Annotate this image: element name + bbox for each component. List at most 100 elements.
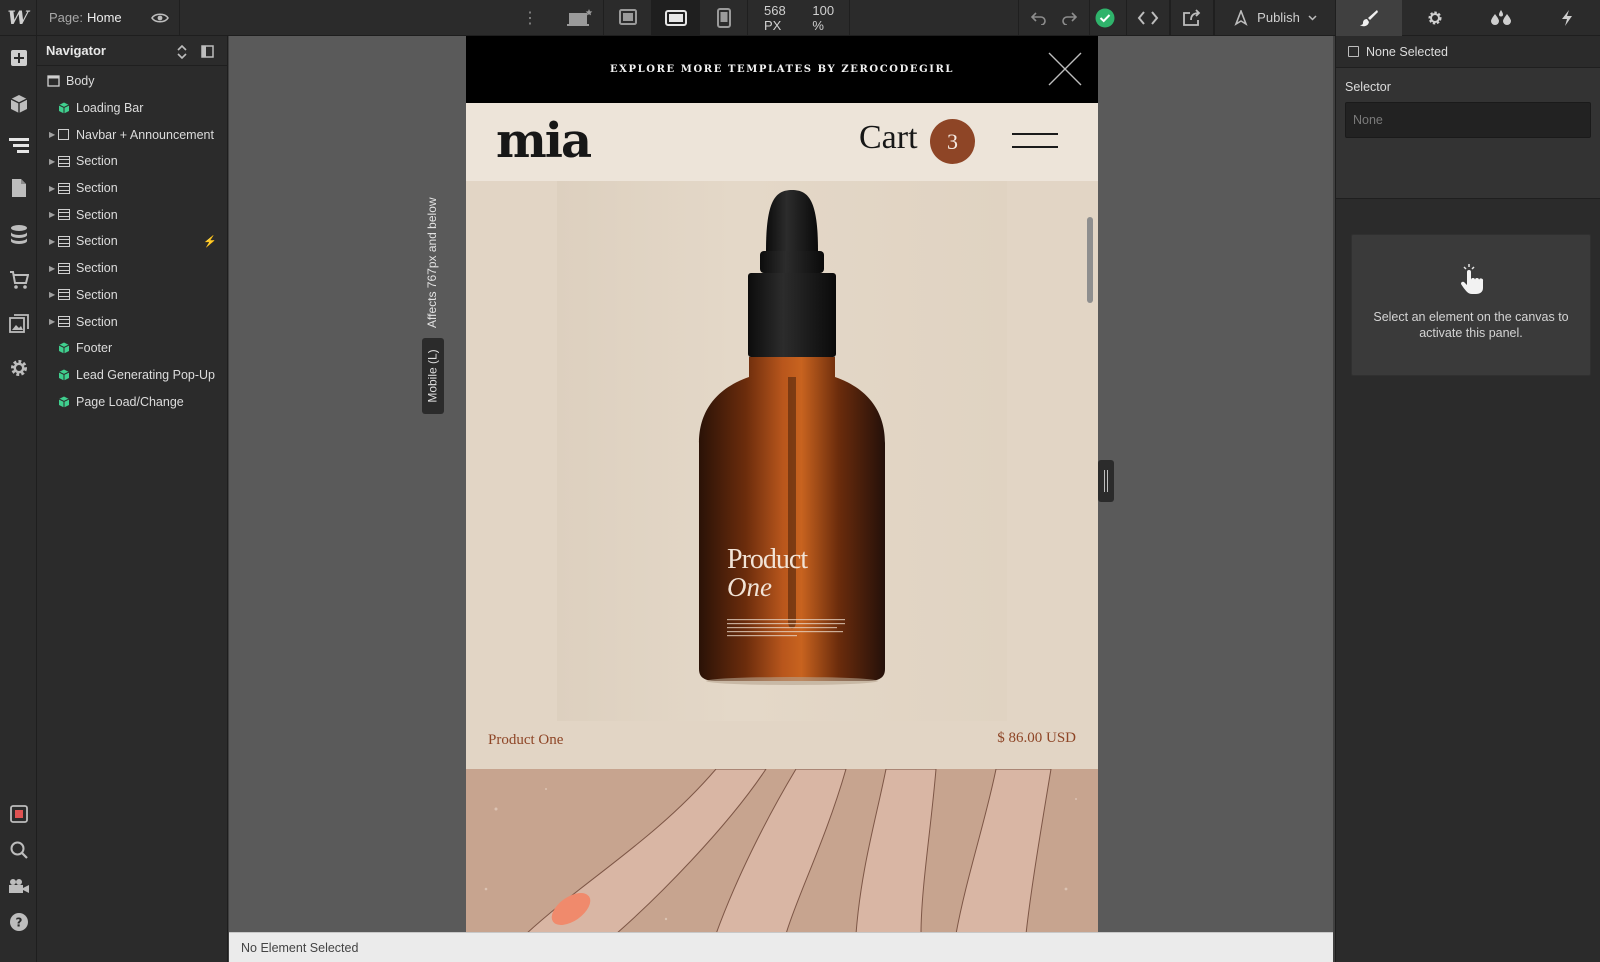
pointer-hand-icon <box>1460 264 1484 294</box>
svg-text:?: ? <box>15 916 22 930</box>
symbols-icon[interactable] <box>0 86 37 122</box>
undo-redo-group <box>1018 0 1090 35</box>
navigator-item-label: Section <box>76 181 118 196</box>
publish-label: Publish <box>1257 10 1300 25</box>
drops-icon <box>1491 10 1511 25</box>
canvas-resize-handle[interactable] <box>1098 460 1114 502</box>
announcement-bar[interactable]: EXPLORE MORE TEMPLATES BY ZEROCODEGIRL <box>466 36 1098 103</box>
navigator-item-page-load-change[interactable]: Page Load/Change <box>37 388 227 415</box>
navigator-item-body[interactable]: Body <box>37 68 227 95</box>
empty-state-card: Select an element on the canvas to activ… <box>1351 234 1591 376</box>
settings-gear-icon[interactable] <box>0 350 37 386</box>
redo-icon[interactable] <box>1061 11 1077 25</box>
tab-style-manager[interactable] <box>1468 0 1534 36</box>
selector-input[interactable]: None <box>1345 102 1591 138</box>
navigator-item-section[interactable]: ▶ Section ⚡ <box>37 228 227 255</box>
site-status-check-icon[interactable] <box>1090 0 1120 35</box>
publish-button[interactable]: Publish <box>1214 0 1336 35</box>
close-icon[interactable] <box>1046 50 1084 88</box>
navigator-item-loading-bar[interactable]: Loading Bar <box>37 95 227 122</box>
announcement-text: EXPLORE MORE TEMPLATES BY ZEROCODEGIRL <box>609 64 955 75</box>
body-icon <box>47 75 60 87</box>
caret-right-icon[interactable]: ▶ <box>49 157 57 166</box>
div-block-icon <box>57 129 70 141</box>
video-tutorials-icon[interactable] <box>0 868 37 904</box>
caret-right-icon[interactable]: ▶ <box>49 210 57 219</box>
undo-icon[interactable] <box>1031 11 1047 25</box>
navigator-item-lead-generating-pop-up[interactable]: Lead Generating Pop-Up <box>37 362 227 389</box>
navigator-item-section[interactable]: ▶ Section <box>37 175 227 202</box>
designer-canvas[interactable]: Affects 767px and below Mobile (L) EXPLO… <box>229 36 1333 934</box>
navigator-header: Navigator <box>37 36 227 66</box>
navigator-icon[interactable] <box>0 128 37 164</box>
breakpoint-tablet-landscape-icon[interactable] <box>652 0 700 35</box>
more-breakpoints-icon[interactable]: ⋮ <box>510 0 550 35</box>
symbol-icon <box>57 369 70 381</box>
product-card[interactable]: Product One Product One $ 86.00 USD <box>466 181 1098 769</box>
add-elements-icon[interactable] <box>0 40 37 76</box>
status-text: No Element Selected <box>241 940 359 955</box>
navigator-item-section[interactable]: ▶ Section <box>37 282 227 309</box>
interaction-lightning-icon: ⚡ <box>203 235 217 248</box>
navigator-item-section[interactable]: ▶ Section <box>37 308 227 335</box>
navigator-item-navbar-announcement[interactable]: ▶ Navbar + Announcement <box>37 121 227 148</box>
symbol-icon <box>57 396 70 408</box>
help-icon[interactable]: ? <box>0 904 37 940</box>
navigator-item-label: Navbar + Announcement <box>76 127 214 142</box>
caret-right-icon[interactable]: ▶ <box>49 290 57 299</box>
navigator-item-label: Section <box>76 154 118 169</box>
audit-icon[interactable] <box>0 796 37 832</box>
navigator-item-section[interactable]: ▶ Section <box>37 201 227 228</box>
preview-scrollbar[interactable] <box>1087 217 1093 303</box>
tab-interactions[interactable] <box>1534 0 1600 36</box>
navigator-item-label: Section <box>76 314 118 329</box>
tab-settings[interactable] <box>1402 0 1468 36</box>
cart-label[interactable]: Cart <box>859 119 918 157</box>
caret-right-icon[interactable]: ▶ <box>49 130 57 139</box>
share-icon[interactable] <box>1170 0 1214 35</box>
serum-bottle-image: Product One <box>699 190 885 685</box>
chevron-down-icon <box>1308 14 1317 21</box>
search-icon[interactable] <box>0 832 37 868</box>
caret-right-icon[interactable]: ▶ <box>49 237 57 246</box>
caret-right-icon[interactable]: ▶ <box>49 317 57 326</box>
breakpoint-desktop-large-icon[interactable] <box>556 0 604 35</box>
selection-checkbox[interactable] <box>1348 46 1359 57</box>
site-preview-frame[interactable]: EXPLORE MORE TEMPLATES BY ZEROCODEGIRL m… <box>466 36 1098 934</box>
navigator-item-label: Section <box>76 261 118 276</box>
breakpoint-desktop-icon[interactable] <box>604 0 652 35</box>
site-navbar: mia Cart 3 <box>466 103 1098 181</box>
product-name[interactable]: Product One <box>488 732 563 749</box>
top-toolbar: W Page: Home ⋮ 568 PX 100 % Publish <box>0 0 1600 36</box>
pages-icon[interactable] <box>0 170 37 206</box>
selector-placeholder: None <box>1353 113 1383 127</box>
navigator-item-label: Loading Bar <box>76 101 144 116</box>
preview-eye-icon[interactable] <box>140 0 180 35</box>
canvas-zoom: 100 % <box>812 2 835 33</box>
dock-panel-icon[interactable] <box>201 45 214 58</box>
webflow-logo[interactable]: W <box>0 0 37 35</box>
ecommerce-cart-icon[interactable] <box>0 262 37 298</box>
hamburger-menu-icon[interactable] <box>1012 133 1058 159</box>
code-export-icon[interactable] <box>1126 0 1170 35</box>
breakpoint-tab[interactable]: Mobile (L) <box>422 338 444 414</box>
empty-state-message: Select an element on the canvas to activ… <box>1373 310 1569 340</box>
cms-icon[interactable] <box>0 216 37 252</box>
tab-style[interactable] <box>1336 0 1402 36</box>
navigator-item-label: Lead Generating Pop-Up <box>76 367 215 382</box>
navigator-item-section[interactable]: ▶ Section <box>37 148 227 175</box>
hands-in-sand-photo <box>466 769 1098 934</box>
caret-right-icon[interactable]: ▶ <box>49 184 57 193</box>
symbol-icon <box>57 342 70 354</box>
navigator-item-section[interactable]: ▶ Section <box>37 255 227 282</box>
navigator-item-footer[interactable]: Footer <box>37 335 227 362</box>
caret-right-icon[interactable]: ▶ <box>49 264 57 273</box>
left-tool-rail: ? <box>0 36 37 962</box>
assets-icon[interactable] <box>0 306 37 342</box>
expand-collapse-icon[interactable] <box>177 45 187 59</box>
cart-count-badge: 3 <box>930 119 975 164</box>
breakpoint-mobile-icon[interactable] <box>700 0 748 35</box>
section-icon <box>57 182 70 194</box>
site-logo[interactable]: mia <box>496 113 592 169</box>
navigator-item-label: Page Load/Change <box>76 394 184 409</box>
